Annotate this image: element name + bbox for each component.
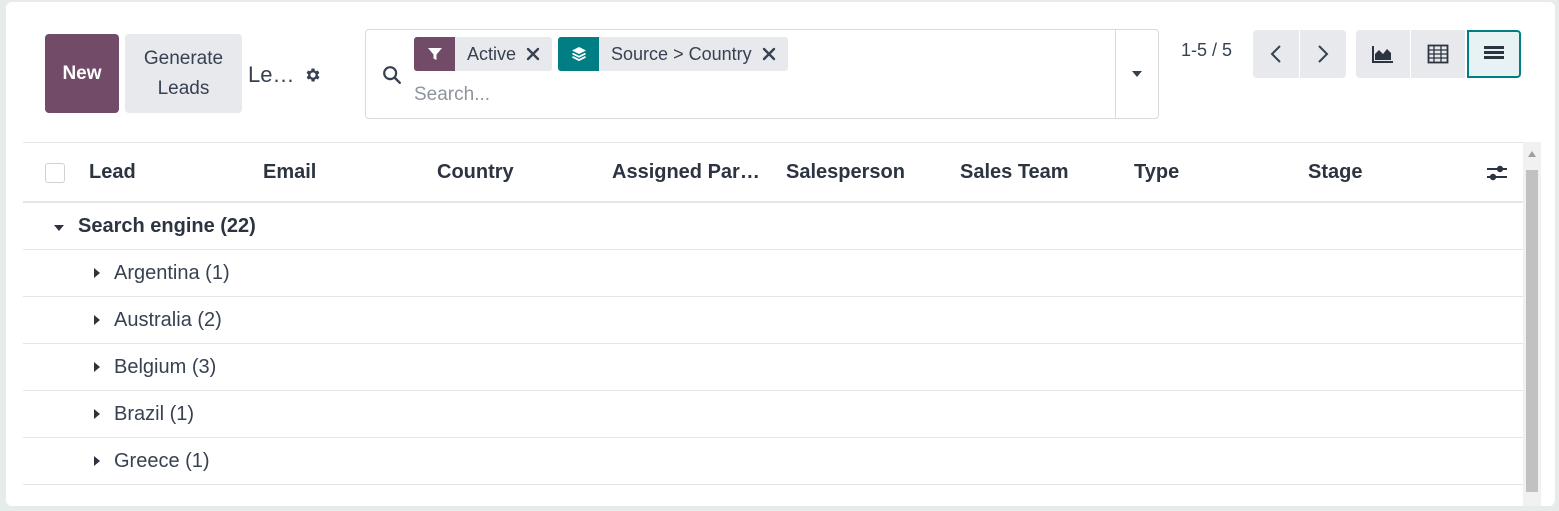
group-label: Belgium (3) (114, 356, 217, 378)
select-all-checkbox[interactable] (45, 163, 65, 183)
close-icon[interactable] (762, 37, 788, 71)
group-row[interactable]: Search engine (22) (23, 203, 1523, 250)
table-icon (1427, 44, 1449, 64)
caret-down-icon (1132, 71, 1142, 77)
facet-active-filter: Active (414, 37, 553, 71)
search-facets: Active Source > Country (414, 37, 788, 71)
gear-icon[interactable] (304, 66, 322, 84)
column-header-email[interactable]: Email (263, 161, 316, 184)
caret-right-icon (94, 409, 100, 419)
caret-right-icon (94, 456, 100, 466)
column-header-salesperson[interactable]: Salesperson (786, 161, 905, 184)
pivot-view-button[interactable] (1411, 30, 1465, 78)
group-row[interactable]: Belgium (3) (23, 344, 1523, 391)
search-input[interactable] (414, 80, 1104, 110)
pager-next-button[interactable] (1300, 30, 1346, 78)
group-label: Greece (1) (114, 450, 210, 472)
caret-right-icon (94, 362, 100, 372)
scroll-up-arrow-icon[interactable] (1527, 150, 1537, 158)
close-icon[interactable] (526, 37, 552, 71)
group-label: Australia (2) (114, 309, 222, 331)
layers-icon (558, 37, 600, 71)
breadcrumb-title[interactable]: Le… (248, 62, 294, 88)
caret-right-icon (94, 268, 100, 278)
column-header-type[interactable]: Type (1134, 161, 1179, 184)
list-view-button[interactable] (1467, 30, 1521, 78)
group-row[interactable]: Brazil (1) (23, 391, 1523, 438)
group-label: Brazil (1) (114, 403, 195, 425)
list-table: Lead Email Country Assigned Par… Salespe… (23, 142, 1523, 506)
search-icon (383, 66, 401, 84)
optional-columns-icon[interactable] (1485, 162, 1509, 184)
search-options-toggle[interactable] (1115, 30, 1158, 118)
group-label: Argentina (1) (114, 262, 230, 284)
breadcrumb: Le… (248, 60, 322, 90)
new-button[interactable]: New (45, 34, 119, 113)
filter-icon (414, 37, 455, 71)
group-label: Search engine (22) (78, 215, 256, 237)
group-row[interactable]: Greece (1) (23, 438, 1523, 485)
column-header-country[interactable]: Country (437, 161, 514, 184)
column-header-lead[interactable]: Lead (89, 161, 136, 184)
main-card: New Generate Leads Le… Active Source > C… (6, 2, 1555, 506)
table-header: Lead Email Country Assigned Par… Salespe… (23, 143, 1523, 203)
list-icon (1484, 46, 1504, 59)
column-header-sales-team[interactable]: Sales Team (960, 161, 1069, 184)
facet-label: Active (467, 43, 517, 64)
caret-down-icon (54, 225, 64, 231)
caret-right-icon (94, 315, 100, 325)
pager-previous-button[interactable] (1253, 30, 1299, 78)
facet-label: Source > Country (611, 43, 752, 64)
generate-leads-button[interactable]: Generate Leads (125, 34, 242, 113)
group-row[interactable]: Argentina (1) (23, 250, 1523, 297)
graph-view-button[interactable] (1356, 30, 1410, 78)
facet-groupby: Source > Country (558, 37, 788, 71)
vertical-scrollbar[interactable] (1523, 142, 1541, 506)
scrollbar-thumb[interactable] (1526, 170, 1538, 492)
chevron-left-icon (1270, 45, 1281, 63)
search-box[interactable]: Active Source > Country (365, 29, 1159, 119)
column-header-assigned-partner[interactable]: Assigned Par… (612, 161, 760, 184)
chevron-right-icon (1318, 45, 1329, 63)
area-chart-icon (1372, 46, 1393, 63)
pager-value[interactable]: 1-5 / 5 (1181, 40, 1232, 61)
group-row[interactable]: Australia (2) (23, 297, 1523, 344)
column-header-stage[interactable]: Stage (1308, 161, 1362, 184)
